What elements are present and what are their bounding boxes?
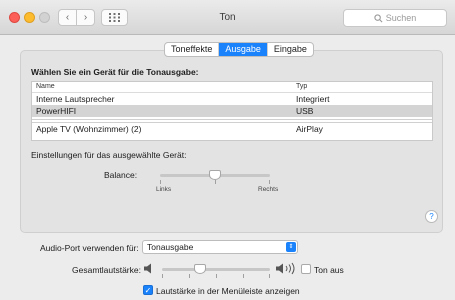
device-settings-label: Einstellungen für das ausgewählte Gerät: <box>31 150 187 160</box>
output-panel <box>20 50 443 233</box>
search-icon <box>374 13 383 22</box>
output-heading: Wählen Sie ein Gerät für die Tonausgabe: <box>31 67 199 77</box>
balance-right-label: Rechts <box>258 186 279 193</box>
balance-left-label: Links <box>156 186 172 193</box>
question-icon: ? <box>429 212 434 221</box>
volume-slider-track[interactable] <box>162 268 270 271</box>
title-bar: ‹ › Ton Suchen <box>0 0 455 35</box>
tab-ausgabe[interactable]: Ausgabe <box>219 43 268 56</box>
device-table: Name Typ Interne Lautsprecher Integriert… <box>31 81 433 141</box>
menubar-volume-checkbox[interactable]: ✓ <box>143 285 153 295</box>
balance-tick <box>215 180 216 184</box>
tab-eingabe[interactable]: Eingabe <box>268 43 313 56</box>
audio-port-select[interactable]: Tonausgabe ⇕ <box>142 240 298 254</box>
mute-checkbox[interactable] <box>301 264 311 274</box>
balance-tick <box>160 180 161 184</box>
search-placeholder: Suchen <box>385 13 417 23</box>
device-name: Apple TV (Wohnzimmer) (2) <box>36 124 142 134</box>
column-header-name[interactable]: Name <box>36 83 55 90</box>
device-name: Interne Lautsprecher <box>36 94 115 104</box>
volume-label: Gesamtlautstärke: <box>72 265 141 275</box>
volume-tick <box>216 274 217 278</box>
device-name: PowerHIFI <box>36 106 77 116</box>
menubar-volume-label: Lautstärke in der Menüleiste anzeigen <box>156 286 300 296</box>
volume-tick <box>189 274 190 278</box>
table-header: Name Typ <box>32 82 432 93</box>
column-header-type[interactable]: Typ <box>296 83 307 90</box>
tab-toneffekte[interactable]: Toneffekte <box>165 43 220 56</box>
table-row[interactable]: Interne Lautsprecher Integriert <box>32 93 432 105</box>
balance-tick <box>269 180 270 184</box>
speaker-low-icon <box>144 263 151 274</box>
audio-port-label: Audio-Port verwenden für: <box>40 243 139 253</box>
table-row[interactable]: Apple TV (Wohnzimmer) (2) AirPlay <box>32 123 432 135</box>
search-field[interactable]: Suchen <box>343 9 447 27</box>
help-button[interactable]: ? <box>425 210 438 223</box>
device-type: AirPlay <box>296 124 323 134</box>
balance-label: Balance: <box>104 170 138 180</box>
table-row-selected[interactable]: PowerHIFI USB <box>32 105 432 117</box>
balance-slider-knob[interactable] <box>209 170 221 180</box>
mute-label: Ton aus <box>314 265 344 275</box>
device-type: USB <box>296 106 314 116</box>
tab-bar: Toneffekte Ausgabe Eingabe <box>164 42 314 57</box>
updown-chevron-icon: ⇕ <box>286 242 296 252</box>
volume-tick <box>162 274 163 278</box>
audio-port-value: Tonausgabe <box>147 242 194 252</box>
device-type: Integriert <box>296 94 330 104</box>
volume-slider-knob[interactable] <box>193 264 206 274</box>
volume-tick <box>243 274 244 278</box>
volume-tick <box>269 274 270 278</box>
checkmark-icon: ✓ <box>144 286 152 295</box>
speaker-high-icon <box>276 262 295 275</box>
